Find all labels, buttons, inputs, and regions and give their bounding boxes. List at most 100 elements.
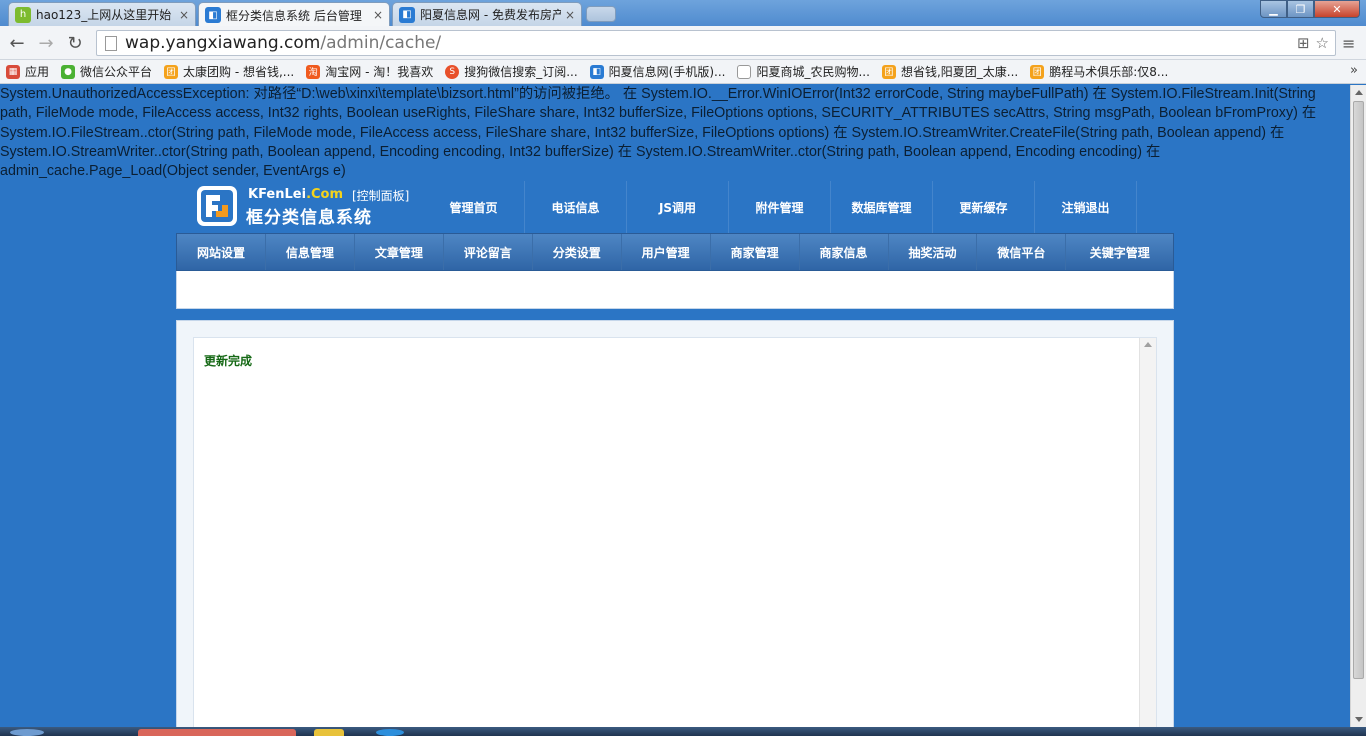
address-bar[interactable]: wap.yangxiawang.com/admin/cache/ ⊞ ☆ — [96, 30, 1336, 56]
bookmark-label: 鹏程马术俱乐部:仅8... — [1049, 65, 1169, 79]
browser-toolbar: ← → ↻ wap.yangxiawang.com/admin/cache/ ⊞… — [0, 26, 1366, 60]
kfenlei-icon: ◧ — [399, 6, 415, 23]
content-frame: 更新完成 — [193, 337, 1157, 727]
bookmark-item[interactable]: 团想省钱,阳夏团_太康... — [881, 63, 1019, 80]
close-tab-icon[interactable]: × — [179, 8, 189, 22]
scroll-up-icon[interactable] — [1355, 90, 1363, 95]
kfenlei-icon: ◧ — [205, 7, 221, 23]
bookmark-item[interactable]: 团太康团购 - 想省钱,... — [164, 63, 294, 80]
bookmark-label: 阳夏商城_农民购物... — [756, 65, 870, 79]
menu-info-management[interactable]: 信息管理 — [266, 234, 355, 270]
wechat-icon: ● — [61, 64, 76, 79]
back-button[interactable]: ← — [6, 32, 28, 54]
menu-wechat[interactable]: 微信平台 — [977, 234, 1067, 270]
kfenlei-icon: ◧ — [589, 64, 604, 79]
bookmark-apps[interactable]: ▦ 应用 — [6, 63, 49, 80]
bookmark-item[interactable]: S 搜狗微信搜索_订阅... — [445, 63, 578, 80]
logo-en-suffix: .Com — [306, 187, 344, 202]
logo-english: KFenLei.Com — [248, 187, 343, 202]
tuan-icon: 团 — [881, 64, 896, 79]
translate-icon[interactable]: ⊞ — [1297, 34, 1310, 52]
topnav-update-cache[interactable]: 更新缓存 — [933, 181, 1035, 233]
page-icon — [737, 64, 752, 79]
tuan-icon: 团 — [164, 64, 179, 79]
bookmark-label: 淘宝网 - 淘！我喜欢 — [325, 65, 434, 79]
hao123-icon: h — [15, 6, 31, 23]
close-window-button[interactable]: ✕ — [1314, 0, 1360, 18]
bookmarks-bar: ▦ 应用 ● 微信公众平台 团太康团购 - 想省钱,... 淘淘宝网 - 淘！我喜欢… — [0, 60, 1366, 84]
menu-lottery[interactable]: 抽奖活动 — [889, 234, 978, 270]
topnav-js-call[interactable]: JS调用 — [627, 181, 729, 233]
bookmark-item[interactable]: 淘淘宝网 - 淘！我喜欢 — [306, 63, 433, 80]
page-scrollbar[interactable] — [1350, 85, 1366, 727]
url-path: /admin/cache/ — [320, 33, 442, 53]
scrollbar-thumb[interactable] — [1353, 101, 1364, 679]
menu-site-settings[interactable]: 网站设置 — [177, 234, 266, 270]
tab-title: 阳夏信息网 - 免费发布房产 — [420, 8, 561, 22]
page-icon — [105, 35, 117, 51]
taobao-icon: 淘 — [306, 64, 321, 79]
bookmark-label: 微信公众平台 — [80, 65, 153, 79]
taskbar-app[interactable] — [376, 729, 404, 736]
forward-button[interactable]: → — [35, 32, 57, 54]
exception-message: System.UnauthorizedAccessException: 对路径“… — [0, 86, 1317, 180]
taskbar-app[interactable] — [314, 729, 344, 736]
menu-icon[interactable]: ≡ — [1342, 34, 1358, 53]
bookmark-label: 太康团购 - 想省钱,... — [183, 65, 295, 79]
menu-keywords[interactable]: 关键字管理 — [1066, 234, 1173, 270]
bookmarks-overflow-icon[interactable]: » — [1350, 63, 1358, 78]
topnav-database[interactable]: 数据库管理 — [831, 181, 933, 233]
bookmark-star-icon[interactable]: ☆ — [1316, 34, 1329, 52]
menu-merchant-management[interactable]: 商家管理 — [711, 234, 800, 270]
scroll-down-icon[interactable] — [1355, 717, 1363, 722]
taskbar-browser[interactable] — [138, 729, 296, 736]
minimize-button[interactable]: ▁ — [1260, 0, 1287, 18]
topnav-logout[interactable]: 注销退出 — [1035, 181, 1137, 233]
bookmark-label: 搜狗微信搜索_订阅... — [464, 65, 578, 79]
start-button[interactable] — [10, 729, 44, 736]
bookmark-label: 想省钱,阳夏团_太康... — [900, 65, 1019, 79]
bookmark-item[interactable]: 团鹏程马术俱乐部:仅8... — [1030, 63, 1168, 80]
topnav-attachments[interactable]: 附件管理 — [729, 181, 831, 233]
close-tab-icon[interactable]: × — [373, 8, 383, 22]
top-nav: 管理首页 电话信息 JS调用 附件管理 数据库管理 更新缓存 注销退出 — [423, 181, 1137, 233]
tab-admin[interactable]: ◧ 框分类信息系统 后台管理 × — [198, 2, 390, 27]
sogou-icon: S — [445, 64, 460, 79]
topnav-phone-info[interactable]: 电话信息 — [525, 181, 627, 233]
apps-grid-icon: ▦ — [6, 64, 20, 79]
main-menu: 网站设置 信息管理 文章管理 评论留言 分类设置 用户管理 商家管理 商家信息 … — [176, 233, 1174, 271]
bookmark-label: 应用 — [25, 65, 50, 79]
kfenlei-logo-icon — [197, 186, 237, 226]
bookmark-item[interactable]: 阳夏商城_农民购物... — [737, 63, 870, 80]
status-message: 更新完成 — [204, 354, 253, 368]
tab-title: hao123_上网从这里开始 — [36, 8, 172, 22]
menu-user-management[interactable]: 用户管理 — [622, 234, 711, 270]
tab-yangxia[interactable]: ◧ 阳夏信息网 - 免费发布房产 × — [392, 2, 582, 26]
tab-strip: h hao123_上网从这里开始 × ◧ 框分类信息系统 后台管理 × ◧ 阳夏… — [0, 0, 1366, 27]
logo-en-prefix: KFenLei — [248, 187, 307, 202]
menu-comments[interactable]: 评论留言 — [444, 234, 533, 270]
tuan-icon: 团 — [1030, 64, 1045, 79]
menu-article-management[interactable]: 文章管理 — [355, 234, 444, 270]
close-tab-icon[interactable]: × — [565, 8, 575, 22]
os-taskbar — [0, 727, 1366, 736]
menu-merchant-info[interactable]: 商家信息 — [800, 234, 889, 270]
page-viewport: System.UnauthorizedAccessException: 对路径“… — [0, 85, 1350, 727]
url-host: wap.yangxiawang.com — [125, 33, 321, 53]
reload-button[interactable]: ↻ — [64, 32, 86, 54]
bookmark-label: 阳夏信息网(手机版)... — [608, 65, 726, 79]
frame-scrollbar[interactable] — [1139, 338, 1156, 727]
maximize-button[interactable]: ❐ — [1287, 0, 1314, 18]
new-tab-button[interactable] — [586, 6, 616, 22]
content-panel: 更新完成 — [176, 320, 1174, 727]
admin-header: KFenLei.Com [控制面板] 框分类信息系统 管理首页 电话信息 JS调… — [176, 181, 1174, 233]
tab-hao123[interactable]: h hao123_上网从这里开始 × — [8, 2, 196, 26]
menu-category-settings[interactable]: 分类设置 — [533, 234, 622, 270]
submenu-bar — [176, 271, 1174, 309]
topnav-home[interactable]: 管理首页 — [423, 181, 525, 233]
bookmark-item[interactable]: ● 微信公众平台 — [61, 63, 152, 80]
control-panel-label: [控制面板] — [352, 189, 410, 203]
tab-title: 框分类信息系统 后台管理 — [226, 8, 362, 23]
bookmark-item[interactable]: ◧ 阳夏信息网(手机版)... — [589, 63, 726, 80]
scroll-up-icon[interactable] — [1144, 342, 1152, 347]
